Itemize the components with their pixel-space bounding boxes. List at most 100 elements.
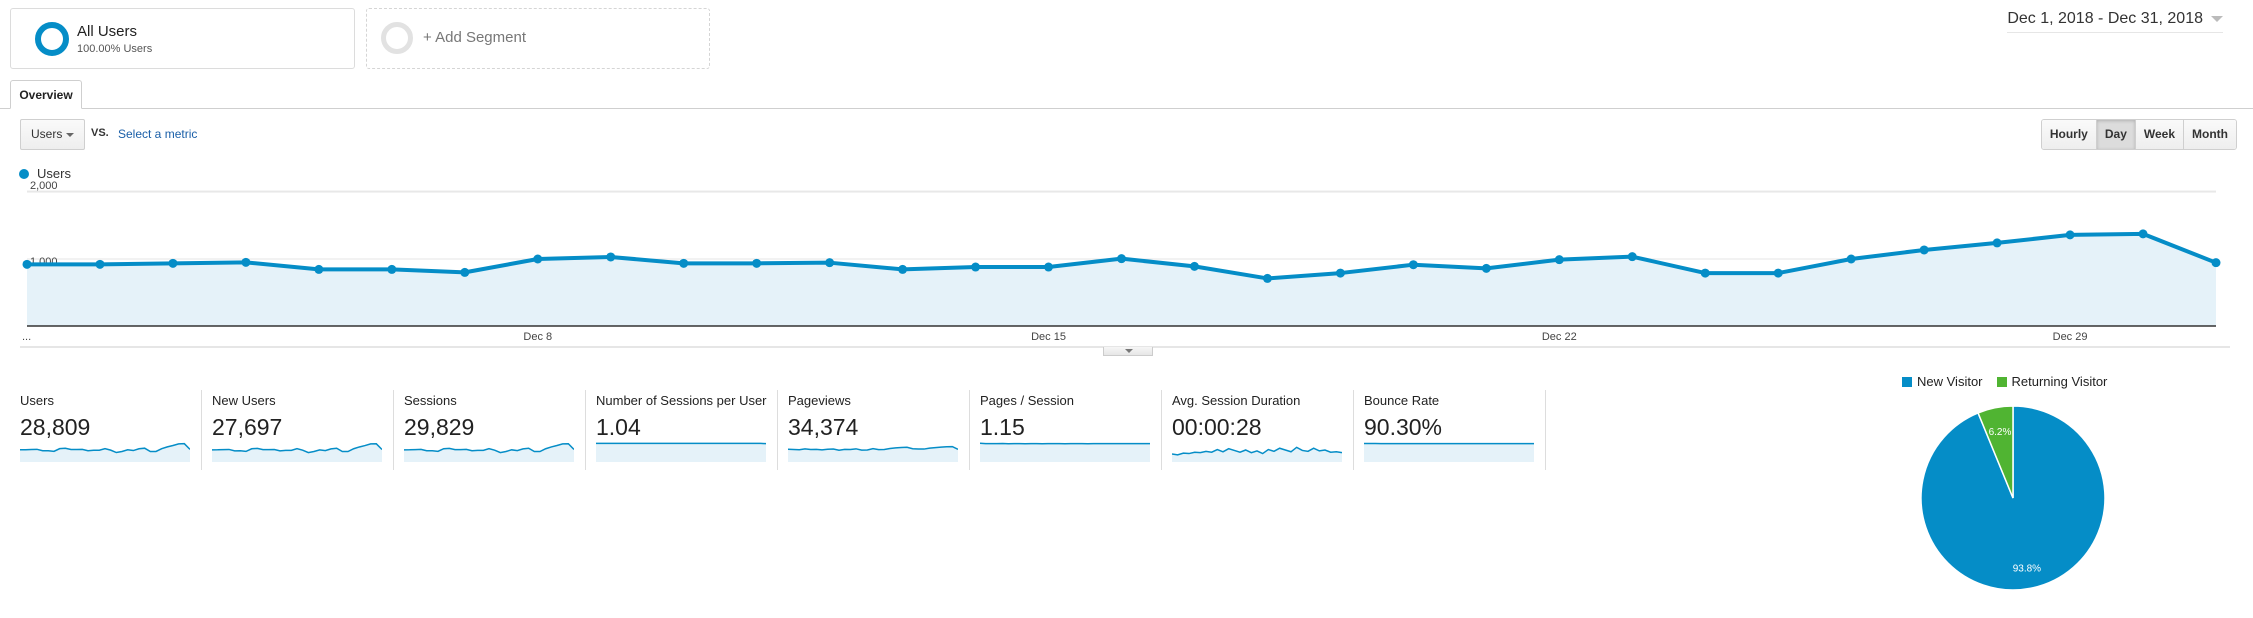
scorecard[interactable]: New Users 27,697 [202, 390, 394, 470]
scorecards: Users 28,809 New Users 27,697 Sessions 29,829… [10, 390, 1546, 470]
x-tick-label: Dec 15 [1031, 331, 1066, 343]
y-tick-label: 2,000 [30, 180, 58, 192]
scorecard-label: Sessions [404, 393, 457, 408]
data-point[interactable] [898, 264, 908, 274]
chevron-down-icon [2211, 15, 2223, 22]
scorecard-value: 29,829 [404, 414, 475, 440]
data-point[interactable] [22, 259, 32, 269]
data-point[interactable] [533, 254, 543, 264]
data-point[interactable] [1700, 268, 1710, 278]
data-point[interactable] [1262, 273, 1272, 283]
add-segment-label: + Add Segment [423, 29, 526, 46]
data-point[interactable] [2211, 258, 2221, 268]
sparkline [1172, 446, 1342, 462]
scorecard-value: 27,697 [212, 414, 283, 440]
scorecard-label: Pageviews [788, 393, 851, 408]
data-point[interactable] [1846, 254, 1856, 264]
dropdown-caret-icon [66, 133, 74, 137]
segment-subtitle: 100.00% Users [77, 43, 153, 55]
x-tick-label: Dec 22 [1542, 331, 1577, 343]
data-point[interactable] [679, 258, 689, 268]
data-point[interactable] [1335, 268, 1345, 278]
data-point[interactable] [168, 258, 178, 268]
tab-overview[interactable]: Overview [10, 80, 82, 109]
metric-dropdown[interactable]: Users [20, 119, 85, 150]
legend-users-label: Users [37, 166, 71, 181]
date-range-text: Dec 1, 2018 - Dec 31, 2018 [2007, 10, 2203, 27]
data-point[interactable] [2065, 230, 2075, 240]
x-tick-label: Dec 8 [523, 331, 552, 343]
legend-swatch-returning [1996, 377, 2007, 387]
data-point[interactable] [971, 262, 981, 272]
scorecard-value: 28,809 [20, 414, 91, 440]
data-point[interactable] [2138, 229, 2148, 239]
data-point[interactable] [460, 267, 470, 277]
scorecard-value: 1.15 [980, 414, 1025, 440]
pie-legend: New Visitor Returning Visitor [1902, 374, 2107, 389]
scorecard-value: 00:00:28 [1172, 414, 1262, 440]
data-point[interactable] [825, 258, 835, 268]
scorecard-value: 90.30% [1364, 414, 1443, 440]
users-line-chart: 2,0001,000... Dec 8 Dec 15 Dec 22 Dec 29 [20, 180, 2230, 348]
sparkline-area [1364, 443, 1534, 462]
scorecard[interactable]: Number of Sessions per User 1.04 [586, 390, 778, 470]
scorecard-value: 1.04 [596, 414, 641, 440]
x-tick-label: Dec 29 [2053, 331, 2088, 343]
chart-collapse-handle[interactable] [1103, 347, 1153, 356]
sparkline [980, 442, 1150, 462]
pie-legend-returning: Returning Visitor [1996, 374, 2108, 389]
granularity-hourly[interactable]: Hourly [2041, 120, 2096, 149]
granularity-toggle: Hourly Day Week Month [2040, 119, 2237, 150]
data-point[interactable] [1117, 254, 1126, 264]
add-segment-button[interactable]: + Add Segment [366, 8, 710, 69]
data-point[interactable] [752, 258, 762, 268]
date-range-picker[interactable]: Dec 1, 2018 - Dec 31, 2018 [2007, 10, 2223, 33]
data-point[interactable] [1554, 255, 1564, 265]
scorecard-label: Pages / Session [980, 393, 1074, 408]
sparkline [788, 445, 958, 462]
data-point[interactable] [1189, 261, 1199, 271]
granularity-month[interactable]: Month [2183, 120, 2236, 149]
sparkline [1364, 442, 1534, 462]
segment-all-users[interactable]: All Users 100.00% Users [10, 8, 355, 69]
scorecard[interactable]: Pageviews 34,374 [778, 390, 970, 470]
sparkline-area [596, 443, 766, 462]
sparkline-area [404, 443, 574, 462]
data-point[interactable] [1044, 262, 1054, 272]
visitor-pie-chart: 93.8% 6.2% [1920, 405, 2106, 591]
data-point[interactable] [1481, 263, 1491, 273]
sparkline [212, 443, 382, 462]
data-point[interactable] [1919, 245, 1929, 255]
scorecard[interactable]: Sessions 29,829 [394, 390, 586, 470]
scorecard[interactable]: Users 28,809 [10, 390, 202, 470]
scorecard[interactable]: Bounce Rate 90.30% [1354, 390, 1546, 470]
sparkline-area [980, 443, 1150, 462]
legend-swatch-new [1902, 377, 1912, 387]
data-point[interactable] [314, 264, 324, 274]
vs-label: VS. [91, 127, 109, 139]
sparkline [596, 442, 766, 462]
data-point[interactable] [1773, 268, 1783, 278]
data-point[interactable] [387, 264, 397, 274]
scorecard[interactable]: Avg. Session Duration 00:00:28 [1162, 390, 1354, 470]
sparkline [20, 442, 190, 462]
users-area [27, 233, 2216, 326]
segment-title: All Users [77, 23, 138, 40]
pie-slice-label: 93.8% [2013, 563, 2041, 574]
segment-placeholder-icon [381, 22, 413, 54]
data-point[interactable] [1627, 252, 1637, 262]
granularity-day[interactable]: Day [2095, 120, 2135, 149]
data-point[interactable] [241, 257, 251, 267]
data-point[interactable] [606, 252, 616, 262]
pie-legend-returning-label: Returning Visitor [2011, 374, 2108, 389]
scorecard[interactable]: Pages / Session 1.15 [970, 390, 1162, 470]
tab-bar-divider [0, 108, 2253, 109]
granularity-week[interactable]: Week [2134, 120, 2184, 149]
data-point[interactable] [1408, 260, 1418, 270]
data-point[interactable] [95, 259, 105, 269]
select-metric-link[interactable]: Select a metric [118, 127, 197, 141]
scorecard-label: Bounce Rate [1364, 393, 1440, 408]
metric-dropdown-value: Users [31, 127, 63, 141]
data-point[interactable] [1992, 238, 2002, 248]
sparkline [404, 442, 574, 462]
